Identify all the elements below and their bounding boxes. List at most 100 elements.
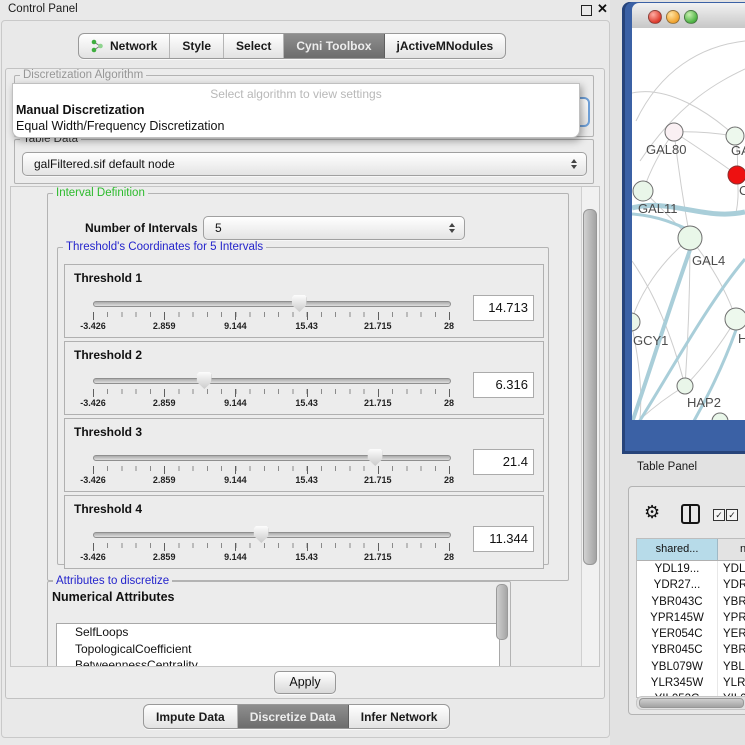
combo-stepper-icon (571, 159, 577, 169)
node-label-hap2: HAP2 (687, 395, 721, 410)
table-cell[interactable]: YDL1 (718, 561, 745, 577)
float-panel-icon[interactable] (581, 5, 592, 16)
table-cell[interactable]: YER0 (718, 626, 745, 642)
table-data-combobox[interactable]: galFiltered.sif default node (22, 152, 587, 176)
threshold-row: Threshold 4 -3.426 2.859 9.144 15.43 21.… (64, 495, 544, 569)
threshold-value-field[interactable]: 14.713 (473, 295, 534, 321)
table-cell[interactable]: YPR1 (718, 610, 745, 626)
table-cell[interactable]: YPR145W (637, 610, 718, 626)
tab-style[interactable]: Style (170, 34, 224, 58)
node-attribute-table: shared... na YDL19... YDL1 YDR27... YDR2… (636, 538, 745, 698)
algorithm-option-manual[interactable]: Manual Discretization (16, 103, 145, 117)
threshold-slider[interactable] (93, 532, 451, 538)
table-body: YDL19... YDL1 YDR27... YDR2 YBR043C YBR0… (637, 561, 745, 698)
horizontal-scrollbar-track[interactable] (636, 696, 745, 710)
table-row[interactable]: YDR27... YDR2 (637, 577, 745, 593)
tab-network[interactable]: Network (79, 34, 170, 58)
threshold-slider[interactable] (93, 301, 451, 307)
node-gcy1 (632, 313, 640, 331)
number-of-intervals-combobox[interactable]: 5 (203, 216, 465, 240)
apply-button[interactable]: Apply (274, 671, 336, 694)
slider-thumb[interactable] (197, 372, 212, 389)
table-cell[interactable]: YDR27... (637, 577, 718, 593)
panel-title: Control Panel (8, 3, 78, 15)
bottom-tab-bar: Impute Data Discretize Data Infer Networ… (143, 704, 450, 729)
checkbox-icon[interactable]: ✓ (713, 509, 725, 521)
attribute-list-item[interactable]: BetweennessCentrality (57, 657, 499, 667)
attributes-group-title: Attributes to discretize (53, 575, 172, 587)
close-panel-icon[interactable]: ✕ (597, 1, 608, 17)
minimize-window-icon[interactable] (666, 10, 680, 24)
table-row[interactable]: YBR043C YBR0 (637, 594, 745, 610)
node-label-gal80: GAL80 (646, 142, 686, 157)
tab-infer-network[interactable]: Infer Network (349, 705, 450, 728)
node-label-gcy1: GCY1 (633, 333, 668, 348)
algorithm-prompt-option[interactable]: Select algorithm to view settings (13, 87, 579, 101)
node-label-h-clipped: H (738, 331, 745, 346)
tab-select[interactable]: Select (224, 34, 284, 58)
tab-discretize-data[interactable]: Discretize Data (238, 705, 349, 728)
table-row[interactable]: YDL19... YDL1 (637, 561, 745, 577)
slider-thumb[interactable] (368, 449, 383, 466)
threshold-row: Threshold 3 -3.426 2.859 9.144 15.43 21.… (64, 418, 544, 492)
settings-scrollpane: Interval Definition Number of Intervals … (10, 186, 600, 667)
threshold-value-field[interactable]: 21.4 (473, 449, 534, 475)
tab-impute-data[interactable]: Impute Data (144, 705, 238, 728)
table-cell[interactable]: YBL0 (718, 659, 745, 675)
threshold-value-field[interactable]: 11.344 (473, 526, 534, 552)
horizontal-scrollbar-thumb[interactable] (639, 698, 744, 708)
threshold-label: Threshold 2 (74, 348, 142, 362)
node-right-mid (725, 308, 745, 330)
thresholds-group: Threshold 1 -3.426 2.859 9.144 15.43 21.… (57, 247, 549, 565)
vertical-scrollbar-track[interactable] (581, 187, 599, 666)
network-graph: GAL80 GA C GAL11 GAL4 GCY1 H HAP2 (632, 28, 745, 420)
numerical-attributes-label: Numerical Attributes (52, 590, 174, 604)
table-panel: ⚙ ✓ ✓ shared... na YDL19... YDL1 YDR27..… (628, 486, 745, 715)
column-header-name[interactable]: na (718, 539, 745, 560)
algorithm-option-equal-width[interactable]: Equal Width/Frequency Discretization (16, 119, 224, 133)
attribute-list-scrollbar[interactable] (496, 584, 508, 640)
table-cell[interactable]: YBR0 (718, 594, 745, 610)
column-header-shared[interactable]: shared... (637, 539, 718, 560)
table-cell[interactable]: YBR0 (718, 642, 745, 658)
zoom-window-icon[interactable] (684, 10, 698, 24)
network-window-titlebar[interactable] (632, 3, 745, 29)
threshold-slider[interactable] (93, 455, 451, 461)
table-cell[interactable]: YDR2 (718, 577, 745, 593)
attribute-list-item[interactable]: SelfLoops (57, 624, 499, 641)
table-cell[interactable]: YLR3 (718, 675, 745, 691)
table-cell[interactable]: YBR043C (637, 594, 718, 610)
network-canvas[interactable]: GAL80 GA C GAL11 GAL4 GCY1 H HAP2 (632, 28, 745, 420)
threshold-slider[interactable] (93, 378, 451, 384)
tab-cyni-toolbox[interactable]: Cyni Toolbox (284, 34, 384, 58)
split-columns-icon[interactable] (681, 504, 700, 524)
vertical-scrollbar-thumb[interactable] (583, 209, 597, 565)
attributes-group: Numerical Attributes SelfLoops Topologic… (47, 581, 511, 667)
table-cell[interactable]: YDL19... (637, 561, 718, 577)
table-row[interactable]: YBL079W YBL0 (637, 659, 745, 675)
table-data-combobox-value: galFiltered.sif default node (34, 157, 175, 171)
table-row[interactable]: YLR345W YLR3 (637, 675, 745, 691)
slider-thumb[interactable] (254, 526, 269, 543)
attribute-list[interactable]: SelfLoops TopologicalCoefficient Between… (56, 623, 500, 667)
node-gal80 (665, 123, 683, 141)
control-panel: Control Panel ✕ Network Style Select Cyn… (0, 0, 610, 745)
slider-thumb[interactable] (292, 295, 307, 312)
table-cell[interactable]: YER054C (637, 626, 718, 642)
table-row[interactable]: YPR145W YPR1 (637, 610, 745, 626)
table-cell[interactable]: YLR345W (637, 675, 718, 691)
threshold-value-field[interactable]: 6.316 (473, 372, 534, 398)
close-window-icon[interactable] (648, 10, 662, 24)
table-cell[interactable]: YBR045C (637, 642, 718, 658)
attribute-list-item[interactable]: TopologicalCoefficient (57, 641, 499, 658)
tab-jactivemnodules[interactable]: jActiveMNodules (385, 34, 506, 58)
table-row[interactable]: YER054C YER0 (637, 626, 745, 642)
table-row[interactable]: YBR045C YBR0 (637, 642, 745, 658)
table-header-row: shared... na (637, 539, 745, 561)
slider-axis: -3.426 2.859 9.144 15.43 21.715 28 (93, 466, 449, 488)
table-cell[interactable]: YBL079W (637, 659, 718, 675)
checkbox-icon[interactable]: ✓ (726, 509, 738, 521)
threshold-label: Threshold 4 (74, 502, 142, 516)
slider-axis: -3.426 2.859 9.144 15.43 21.715 28 (93, 543, 449, 565)
gear-icon[interactable]: ⚙ (644, 503, 660, 521)
